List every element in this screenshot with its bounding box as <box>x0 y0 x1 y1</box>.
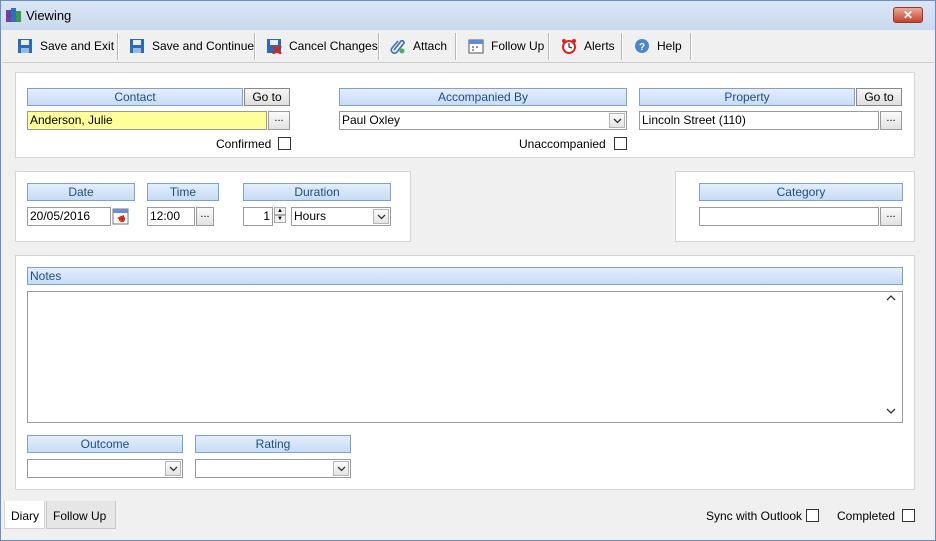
follow-up-label: Follow Up <box>491 39 545 53</box>
notes-textarea[interactable] <box>27 291 903 423</box>
follow-up-button[interactable]: Follow Up <box>463 32 548 60</box>
accompanied-by-header: Accompanied By <box>339 88 627 106</box>
save-and-continue-button[interactable]: Save and Continue <box>124 32 258 60</box>
rating-header: Rating <box>195 435 351 453</box>
toolbar-separator <box>117 33 119 60</box>
window-title: Viewing <box>26 8 72 23</box>
spin-down-icon[interactable]: ▼ <box>274 215 286 223</box>
help-button[interactable]: ? Help <box>629 32 686 60</box>
save-and-exit-label: Save and Exit <box>40 39 115 53</box>
time-field[interactable]: 12:00 <box>147 207 195 226</box>
alerts-button[interactable]: Alerts <box>556 32 619 60</box>
duration-amount-field[interactable]: 1 <box>243 207 273 226</box>
cancel-icon <box>265 37 283 55</box>
close-button[interactable]: ✕ <box>893 7 923 23</box>
help-icon: ? <box>633 37 651 55</box>
contact-lookup-button[interactable]: ... <box>268 111 290 130</box>
contact-header: Contact <box>27 88 243 106</box>
toolbar-separator <box>690 33 692 60</box>
save-icon <box>128 37 146 55</box>
chevron-down-icon[interactable] <box>609 113 625 128</box>
toolbar-separator <box>378 33 380 60</box>
property-header: Property <box>639 88 855 106</box>
time-header: Time <box>147 183 219 201</box>
confirmed-label: Confirmed <box>216 137 272 151</box>
toolbar-separator <box>621 33 623 60</box>
time-picker-button[interactable]: ... <box>196 207 214 226</box>
chevron-down-icon[interactable] <box>373 209 389 224</box>
date-field[interactable]: 20/05/2016 <box>27 207 111 226</box>
unaccompanied-label: Unaccompanied <box>519 137 606 151</box>
attach-label: Attach <box>413 39 448 53</box>
sync-with-outlook-checkbox[interactable] <box>806 509 819 522</box>
sync-with-outlook-label: Sync with Outlook <box>706 509 803 523</box>
save-and-continue-label: Save and Continue <box>152 39 255 53</box>
viewing-window: Viewing ✕ Save and Exit Save and Continu… <box>0 0 936 541</box>
unaccompanied-checkbox[interactable] <box>614 137 627 150</box>
help-label: Help <box>657 39 682 53</box>
cancel-changes-button[interactable]: Cancel Changes <box>261 32 382 60</box>
cancel-changes-label: Cancel Changes <box>289 39 378 53</box>
duration-header: Duration <box>243 183 391 201</box>
category-field[interactable] <box>699 207 879 226</box>
save-and-exit-button[interactable]: Save and Exit <box>12 32 118 60</box>
duration-unit-value: Hours <box>294 209 327 223</box>
completed-label: Completed <box>837 509 896 523</box>
contact-goto-button[interactable]: Go to <box>244 88 290 106</box>
rating-select[interactable] <box>195 459 351 478</box>
alarm-clock-icon <box>560 37 578 55</box>
confirmed-checkbox[interactable] <box>278 137 291 150</box>
scroll-up-icon[interactable] <box>886 294 896 304</box>
property-goto-button[interactable]: Go to <box>856 88 902 106</box>
title-bar: Viewing ✕ <box>1 1 935 30</box>
chevron-down-icon[interactable] <box>333 461 349 476</box>
toolbar-separator <box>455 33 457 60</box>
duration-unit-select[interactable]: Hours <box>291 207 391 226</box>
attach-button[interactable]: Attach <box>385 32 451 60</box>
save-icon <box>16 37 34 55</box>
paperclip-icon <box>389 37 407 55</box>
chevron-down-icon[interactable] <box>165 461 181 476</box>
date-header: Date <box>27 183 135 201</box>
outcome-header: Outcome <box>27 435 183 453</box>
property-field[interactable]: Lincoln Street (110) <box>639 111 879 130</box>
accompanied-by-select[interactable]: Paul Oxley <box>339 111 627 130</box>
completed-checkbox[interactable] <box>902 509 915 522</box>
category-header: Category <box>699 183 903 201</box>
spin-up-icon[interactable]: ▲ <box>274 207 286 215</box>
svg-text:?: ? <box>639 42 645 53</box>
toolbar-separator <box>548 33 550 60</box>
accompanied-by-value: Paul Oxley <box>342 113 401 127</box>
toolbar: Save and Exit Save and Continue Cancel C… <box>2 30 934 63</box>
toolbar-separator <box>254 33 256 60</box>
property-lookup-button[interactable]: ... <box>880 111 902 130</box>
calendar-icon <box>467 37 485 55</box>
notes-header: Notes <box>27 267 903 285</box>
tab-diary[interactable]: Diary <box>4 501 45 529</box>
contact-field[interactable]: Anderson, Julie <box>27 111 267 130</box>
scroll-down-icon[interactable] <box>886 407 896 417</box>
calendar-picker-icon[interactable] <box>112 208 129 225</box>
app-icon <box>6 8 21 22</box>
category-lookup-button[interactable]: ... <box>880 207 902 226</box>
duration-spinner[interactable]: ▲ ▼ <box>274 207 286 226</box>
alerts-label: Alerts <box>584 39 615 53</box>
outcome-select[interactable] <box>27 459 183 478</box>
tab-follow-up[interactable]: Follow Up <box>46 501 116 529</box>
